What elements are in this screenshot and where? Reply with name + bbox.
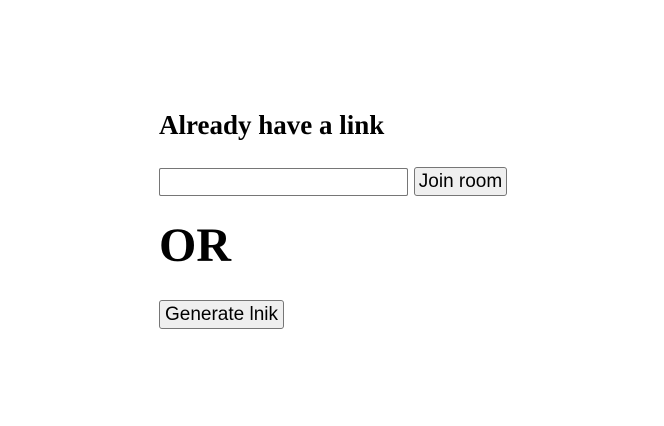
room-panel: Already have a link Join room OR Generat… (159, 108, 507, 329)
or-divider: OR (159, 219, 231, 272)
join-room-button[interactable]: Join room (414, 167, 507, 196)
join-row: Join room (159, 167, 507, 196)
join-heading: Already have a link (159, 110, 385, 140)
link-input[interactable] (159, 167, 408, 196)
generate-link-button[interactable]: Generate lnik (159, 300, 284, 329)
